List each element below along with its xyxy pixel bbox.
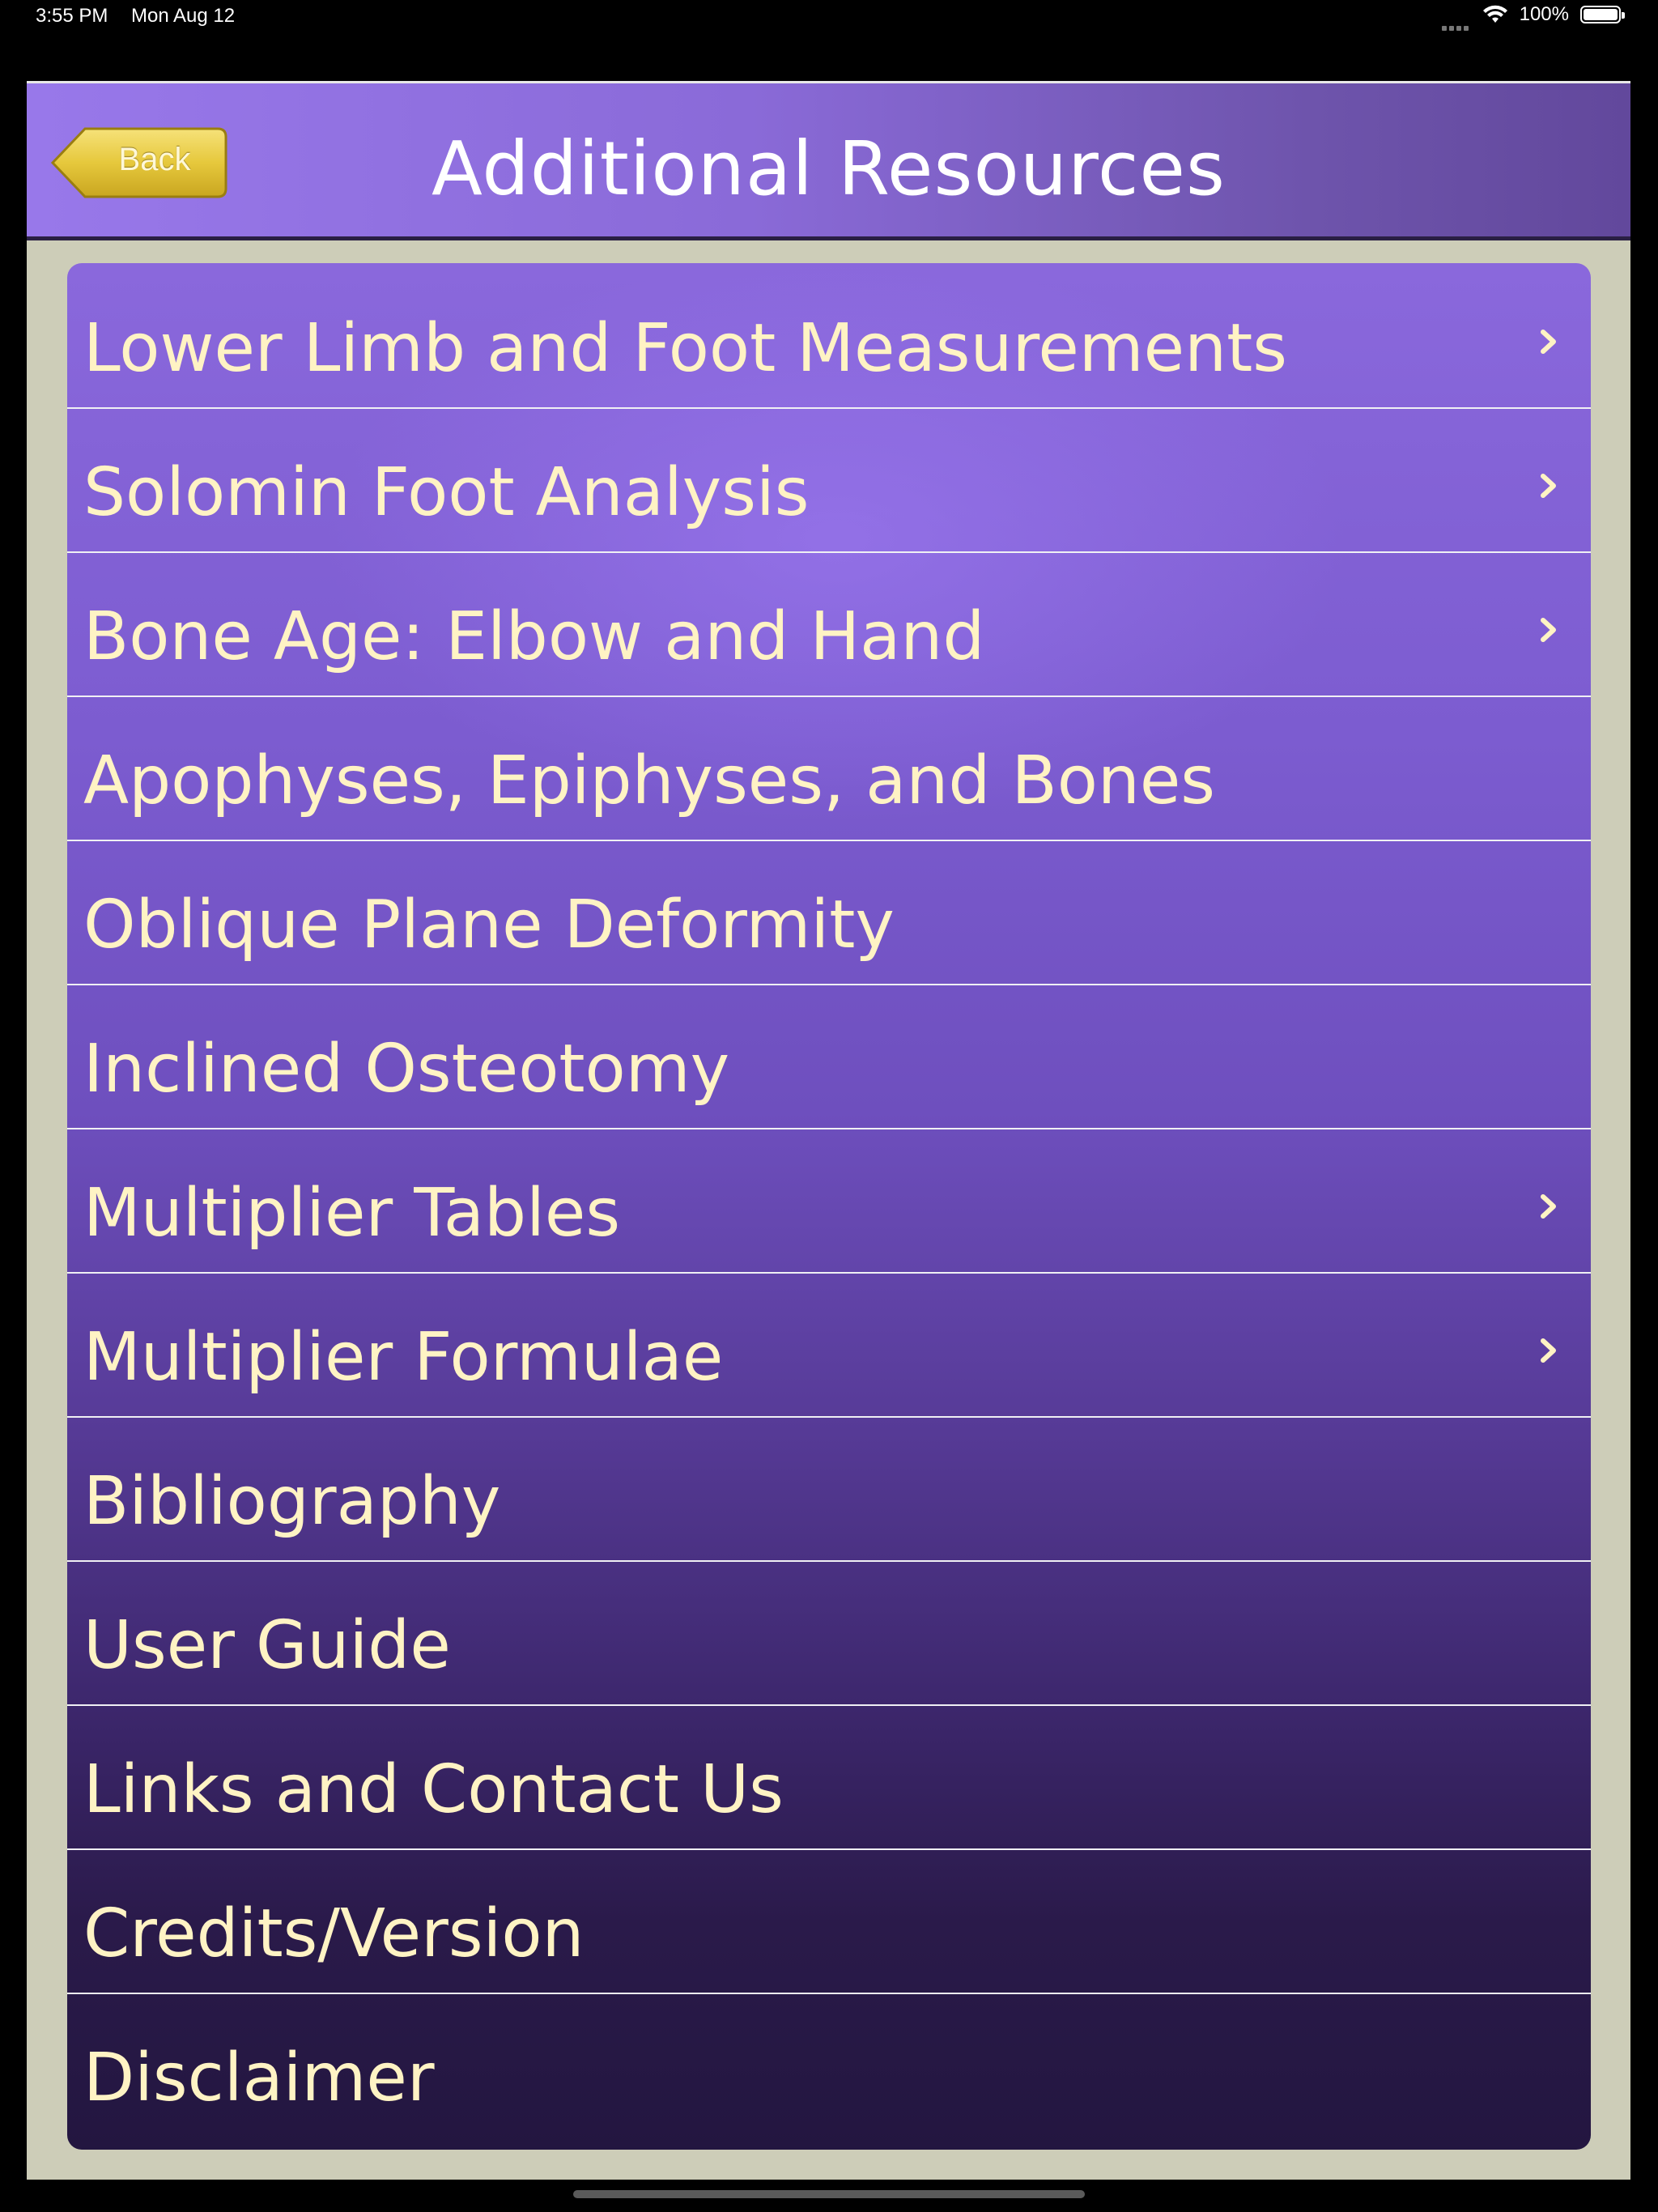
chevron-right-icon — [1541, 1194, 1556, 1219]
item-label: Multiplier Formulae — [83, 1319, 724, 1396]
item-label: Lower Limb and Foot Measurements — [83, 310, 1287, 387]
list-item-inclined-osteotomy[interactable]: Inclined Osteotomy — [67, 984, 1591, 1126]
list-item-multiplier-tables[interactable]: Multiplier Tables — [67, 1128, 1591, 1270]
status-bar: 3:55 PM Mon Aug 12 100% — [0, 0, 1658, 36]
nav-header: Back Additional Resources — [27, 83, 1630, 240]
list-item-apophyses[interactable]: Apophyses, Epiphyses, and Bones — [67, 696, 1591, 838]
list-item-oblique-plane[interactable]: Oblique Plane Deformity — [67, 840, 1591, 982]
status-right: 100% — [1441, 3, 1625, 31]
wifi-icon — [1482, 5, 1507, 23]
chevron-right-icon — [1541, 474, 1556, 498]
list-item-lower-limb[interactable]: Lower Limb and Foot Measurements — [67, 263, 1591, 406]
list-item-bibliography[interactable]: Bibliography — [67, 1416, 1591, 1559]
status-date: Mon Aug 12 — [131, 5, 236, 27]
list-item-links-contact[interactable]: Links and Contact Us — [67, 1704, 1591, 1847]
list-item-user-guide[interactable]: User Guide — [67, 1560, 1591, 1703]
item-label: Solomin Foot Analysis — [83, 454, 810, 531]
item-label: Multiplier Tables — [83, 1175, 621, 1252]
item-label: Bone Age: Elbow and Hand — [83, 598, 985, 675]
item-label: Apophyses, Epiphyses, and Bones — [83, 742, 1216, 819]
status-time: 3:55 PM — [36, 5, 108, 27]
chevron-right-icon — [1541, 330, 1556, 354]
battery-percent: 100% — [1519, 3, 1569, 25]
item-label: Disclaimer — [83, 2040, 435, 2116]
battery-icon — [1580, 6, 1625, 23]
list-item-solomin[interactable]: Solomin Foot Analysis — [67, 407, 1591, 550]
item-label: User Guide — [83, 1607, 451, 1684]
list-item-bone-age[interactable]: Bone Age: Elbow and Hand — [67, 551, 1591, 694]
item-label: Bibliography — [83, 1463, 501, 1540]
list-item-disclaimer[interactable]: Disclaimer — [67, 1993, 1591, 2135]
item-label: Credits/Version — [83, 1895, 585, 1972]
app-frame: Back Additional Resources Lower Limb and… — [27, 81, 1630, 2180]
item-label: Links and Contact Us — [83, 1751, 784, 1828]
home-indicator[interactable] — [573, 2190, 1085, 2198]
list-item-multiplier-formulae[interactable]: Multiplier Formulae — [67, 1272, 1591, 1414]
chevron-right-icon — [1541, 1338, 1556, 1363]
item-label: Oblique Plane Deformity — [83, 887, 895, 963]
signal-icon — [1441, 14, 1471, 31]
page-title: Additional Resources — [432, 125, 1226, 212]
chevron-right-icon — [1541, 618, 1556, 642]
resources-list: Lower Limb and Foot Measurements Solomin… — [67, 263, 1591, 2150]
list-item-credits-version[interactable]: Credits/Version — [67, 1848, 1591, 1991]
item-label: Inclined Osteotomy — [83, 1031, 730, 1108]
